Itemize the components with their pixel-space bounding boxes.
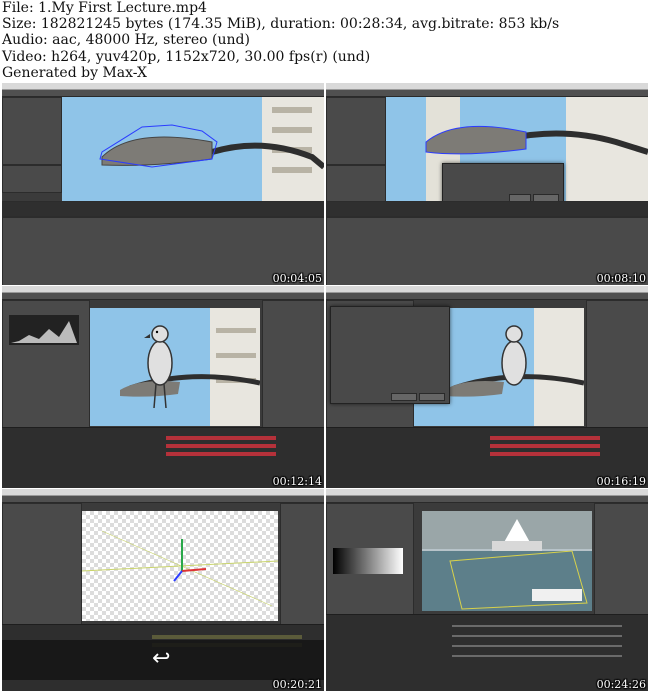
mac-menu-bar bbox=[326, 83, 648, 90]
thumbnail-6[interactable]: 00:24:26 bbox=[326, 489, 648, 691]
timeline-layer-bar[interactable] bbox=[490, 452, 600, 456]
app-toolbar bbox=[2, 293, 324, 300]
file-name-line: File: 1.My First Lecture.mp4 bbox=[2, 0, 207, 16]
thumbnail-2[interactable]: 00:08:10 bbox=[326, 83, 648, 285]
export-dialog[interactable] bbox=[442, 163, 564, 205]
timeline-layer-bar[interactable] bbox=[452, 645, 622, 647]
project-panel bbox=[2, 503, 82, 625]
file-size-line: Size: 182821245 bytes (174.35 MiB), dura… bbox=[2, 16, 560, 33]
effects-panel bbox=[262, 300, 324, 428]
timecode: 00:08:10 bbox=[596, 272, 646, 285]
mac-menu-bar bbox=[2, 489, 324, 496]
timeline-layer-bar[interactable] bbox=[452, 655, 622, 657]
timecode: 00:12:14 bbox=[272, 475, 322, 488]
composition-viewer[interactable] bbox=[90, 308, 260, 426]
street-lamp-frame bbox=[62, 97, 324, 201]
layer-properties-panel bbox=[326, 165, 386, 203]
transport-bar bbox=[326, 201, 648, 217]
mac-menu-bar bbox=[326, 489, 648, 496]
timeline-layer-bar[interactable] bbox=[166, 444, 276, 448]
timeline-layer-bar[interactable] bbox=[166, 452, 276, 456]
bird-on-lamp-frame bbox=[90, 308, 260, 426]
app-toolbar bbox=[326, 90, 648, 97]
timeline-layer-bar[interactable] bbox=[166, 436, 276, 440]
effects-panel bbox=[586, 300, 648, 428]
video-info-line: Video: h264, yuv420p, 1152x720, 30.00 fp… bbox=[2, 48, 371, 65]
app-toolbar bbox=[2, 90, 324, 97]
effects-panel bbox=[594, 503, 648, 615]
thumbnail-1[interactable]: 00:04:05 bbox=[2, 83, 324, 285]
timecode: 00:20:21 bbox=[272, 678, 322, 691]
timeline-layer-bar[interactable] bbox=[152, 635, 302, 639]
layer-panel bbox=[2, 97, 62, 165]
project-panel bbox=[2, 300, 90, 428]
composition-viewer[interactable] bbox=[422, 511, 592, 611]
app-toolbar bbox=[2, 496, 324, 503]
harbour-frame bbox=[422, 511, 592, 611]
generator-line: Generated by Max-X bbox=[2, 64, 147, 81]
video-viewer[interactable] bbox=[62, 97, 324, 201]
thumbnail-5[interactable]: ↩ 00:20:21 bbox=[2, 489, 324, 691]
composition-viewer[interactable] bbox=[82, 511, 278, 621]
thumbnail-4[interactable]: 00:16:19 bbox=[326, 286, 648, 488]
timecode: 00:16:19 bbox=[596, 475, 646, 488]
3d-axis-gizmo bbox=[82, 511, 278, 621]
histogram-graphic bbox=[9, 315, 79, 345]
timeline-layer-bar[interactable] bbox=[452, 625, 622, 627]
ok-button[interactable] bbox=[391, 393, 417, 401]
layer-panel bbox=[326, 97, 386, 165]
timecode: 00:04:05 bbox=[272, 272, 322, 285]
cancel-button[interactable] bbox=[419, 393, 445, 401]
timeline-layer-bar[interactable] bbox=[452, 635, 622, 637]
composition-settings-dialog[interactable] bbox=[330, 306, 450, 404]
project-panel bbox=[326, 503, 414, 615]
effects-panel bbox=[280, 503, 324, 625]
timecode: 00:24:26 bbox=[596, 678, 646, 691]
mac-menu-bar bbox=[2, 83, 324, 90]
app-toolbar bbox=[326, 293, 648, 300]
timeline-layer-bar[interactable] bbox=[490, 444, 600, 448]
transport-bar bbox=[2, 201, 324, 217]
audio-info-line: Audio: aac, 48000 Hz, stereo (und) bbox=[2, 32, 250, 49]
mac-menu-bar bbox=[2, 286, 324, 293]
mac-menu-bar bbox=[326, 286, 648, 293]
timeline-layer-bar[interactable] bbox=[490, 436, 600, 440]
gradient-graphic bbox=[333, 548, 403, 574]
app-toolbar bbox=[326, 496, 648, 503]
undo-icon[interactable]: ↩ bbox=[152, 646, 170, 672]
undo-overlay[interactable]: ↩ bbox=[2, 640, 324, 680]
file-info-header: File: 1.My First Lecture.mp4 Size: 18282… bbox=[2, 0, 648, 81]
layer-properties-panel bbox=[2, 165, 62, 193]
thumbnail-3[interactable]: 00:12:14 bbox=[2, 286, 324, 488]
